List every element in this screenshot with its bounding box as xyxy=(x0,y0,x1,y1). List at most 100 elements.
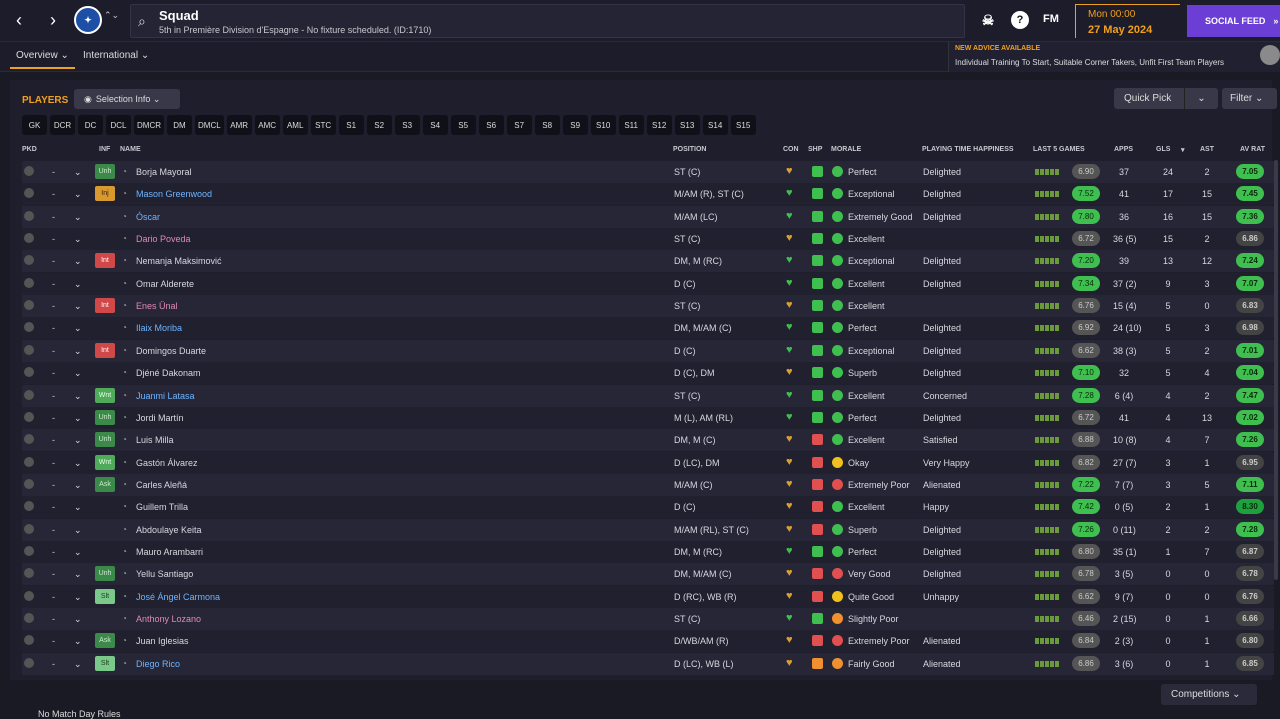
position-chip[interactable]: S15 xyxy=(730,115,756,135)
competitions-dropdown[interactable]: Competitions ⌄ xyxy=(1161,684,1257,705)
status-badge[interactable]: Unh xyxy=(95,409,115,425)
table-row[interactable]: - ⌄ Int ◔ Domingos Duarte D (C) ♥ Exceptional De… xyxy=(22,339,1274,362)
table-row[interactable]: - ⌄ Int ◔ Enes Ünal ST (C) ♥ Excellent 6.76 15 (4… xyxy=(22,295,1274,318)
tab-overview[interactable]: Overview ⌄ xyxy=(10,50,75,69)
pick-toggle[interactable] xyxy=(24,255,34,266)
table-row[interactable]: - ⌄ ◔ Guillem Trilla D (C) ♥ Excellent Happy 7.4… xyxy=(22,496,1274,519)
table-row[interactable]: - ⌄ Slt ◔ José Ángel Carmona D (RC), WB (R) ♥ Q… xyxy=(22,585,1274,608)
player-name[interactable]: Nemanja Maksimović xyxy=(136,256,222,266)
status-badge[interactable]: Ask xyxy=(95,633,115,649)
club-badge-icon[interactable]: ✦ xyxy=(74,6,102,34)
table-row[interactable]: - ⌄ Unh ◔ Yellu Santiago DM, M/AM (C) ♥ Very Go… xyxy=(22,563,1274,586)
player-name[interactable]: Domingos Duarte xyxy=(136,346,206,356)
col-position[interactable]: POSITION xyxy=(673,146,706,153)
position-chip[interactable]: DCR xyxy=(50,115,75,135)
position-chip[interactable]: S10 xyxy=(590,115,616,135)
position-chip[interactable]: DMCR xyxy=(134,115,164,135)
status-badge[interactable]: Unh xyxy=(95,432,115,448)
table-row[interactable]: - ⌄ Unh ◔ Borja Mayoral ST (C) ♥ Perfect Delight… xyxy=(22,161,1274,183)
chevron-down-icon[interactable]: ⌄ xyxy=(74,502,82,513)
chevron-down-icon[interactable]: ⌄ xyxy=(74,301,82,312)
chevron-down-icon[interactable]: ⌄ xyxy=(74,458,82,469)
pick-toggle[interactable] xyxy=(24,188,34,199)
col-inf[interactable]: INF xyxy=(99,146,110,153)
status-badge[interactable]: Ask xyxy=(95,476,115,492)
advice-panel[interactable]: NEW ADVICE AVAILABLE Individual Training… xyxy=(948,42,1280,72)
chevron-down-icon[interactable]: ⌄ xyxy=(74,569,82,580)
chevron-down-icon[interactable]: ⌄ xyxy=(74,391,82,402)
table-row[interactable]: - ⌄ ◔ Djéné Dakonam D (C), DM ♥ Superb Delighte… xyxy=(22,362,1274,385)
player-name[interactable]: Mason Greenwood xyxy=(136,189,212,199)
col-name[interactable]: NAME xyxy=(120,146,141,153)
selection-info-button[interactable]: ◉ Selection Info ⌄ xyxy=(74,89,180,109)
pick-toggle[interactable] xyxy=(24,478,34,489)
col-shp[interactable]: SHP xyxy=(808,146,822,153)
pick-toggle[interactable] xyxy=(24,568,34,579)
chevron-down-icon[interactable]: ⌄ xyxy=(74,636,82,647)
position-chip[interactable]: AML xyxy=(282,115,308,135)
pick-toggle[interactable] xyxy=(24,501,34,512)
table-row[interactable]: - ⌄ ◔ Omar Alderete D (C) ♥ Excellent Delighted… xyxy=(22,272,1274,295)
status-badge[interactable]: Slt xyxy=(95,588,115,604)
pick-toggle[interactable] xyxy=(24,277,34,288)
chevron-down-icon[interactable]: ⌄ xyxy=(74,256,82,267)
table-row[interactable]: - ⌄ ◔ Abdoulaye Keita M/AM (RL), ST (C) ♥ Supe… xyxy=(22,518,1274,541)
position-chip[interactable]: AMR xyxy=(226,115,252,135)
status-badge[interactable]: Int xyxy=(95,342,115,358)
position-chip[interactable]: S9 xyxy=(562,115,588,135)
position-chip[interactable]: S3 xyxy=(394,115,420,135)
chevron-down-icon[interactable]: ⌄ xyxy=(74,323,82,334)
pick-toggle[interactable] xyxy=(24,657,34,668)
forward-button[interactable]: › xyxy=(38,6,68,34)
position-chip[interactable]: DM xyxy=(167,115,192,135)
col-playing-time[interactable]: PLAYING TIME HAPPINESS xyxy=(922,146,1014,153)
position-chip[interactable]: DCL xyxy=(106,115,131,135)
position-chip[interactable]: S12 xyxy=(646,115,672,135)
pick-toggle[interactable] xyxy=(24,367,34,378)
tab-international[interactable]: International ⌄ xyxy=(83,50,149,61)
status-badge[interactable]: Inj xyxy=(95,186,115,202)
player-name[interactable]: Juan Iglesias xyxy=(136,636,189,646)
chevron-down-icon[interactable]: ⌄ xyxy=(74,212,82,223)
position-chip[interactable]: S5 xyxy=(450,115,476,135)
pick-toggle[interactable] xyxy=(24,545,34,556)
table-row[interactable]: - ⌄ ◔ Mauro Arambarri DM, M (RC) ♥ Perfect Deli… xyxy=(22,540,1274,563)
chevron-down-icon[interactable]: ⌄ xyxy=(74,547,82,558)
table-row[interactable]: - ⌄ ◔ Dario Poveda ST (C) ♥ Excellent 6.72 36 (5… xyxy=(22,228,1274,251)
chevron-down-icon[interactable]: ⌄ xyxy=(74,346,82,357)
position-chip[interactable]: S2 xyxy=(366,115,392,135)
player-name[interactable]: Enes Ünal xyxy=(136,301,178,311)
pick-toggle[interactable] xyxy=(24,166,34,176)
pick-toggle[interactable] xyxy=(24,434,34,445)
table-row[interactable]: - ⌄ Wnt ◔ Juanmi Latasa ST (C) ♥ Excellent Conce… xyxy=(22,384,1274,407)
position-chip[interactable]: S14 xyxy=(702,115,728,135)
player-name[interactable]: Borja Mayoral xyxy=(136,167,192,177)
col-ast[interactable]: AST xyxy=(1200,146,1214,153)
table-row[interactable]: - ⌄ ◔ Óscar M/AM (LC) ♥ Extremely Good Delighte… xyxy=(22,205,1274,228)
table-row[interactable]: - ⌄ Unh ◔ Jordi Martín M (L), AM (RL) ♥ Perfect… xyxy=(22,406,1274,429)
player-name[interactable]: Luis Milla xyxy=(136,435,174,445)
chevron-down-icon[interactable]: ⌄ xyxy=(74,435,82,446)
table-row[interactable]: - ⌄ Unh ◔ Luis Milla DM, M (C) ♥ Excellent Satis… xyxy=(22,429,1274,452)
table-row[interactable]: - ⌄ ◔ Anthony Lozano ST (C) ♥ Slightly Poor 6.4… xyxy=(22,608,1274,630)
status-badge[interactable]: Unh xyxy=(95,164,115,179)
player-name[interactable]: José Ángel Carmona xyxy=(136,592,220,602)
position-chip[interactable]: S7 xyxy=(506,115,532,135)
pick-toggle[interactable] xyxy=(24,389,34,400)
club-switch-arrows[interactable]: ⌃⌄ xyxy=(104,10,119,20)
player-name[interactable]: Ilaix Moriba xyxy=(136,323,182,333)
pick-toggle[interactable] xyxy=(24,210,34,221)
table-row[interactable]: - ⌄ ◔ Ilaix Moriba DM, M/AM (C) ♥ Perfect Delig… xyxy=(22,317,1274,340)
player-name[interactable]: Omar Alderete xyxy=(136,279,194,289)
quick-pick-dropdown[interactable]: ⌄ xyxy=(1184,88,1218,109)
position-chip[interactable]: AMC xyxy=(254,115,280,135)
position-chip[interactable]: S1 xyxy=(338,115,364,135)
skull-icon[interactable]: ☠ xyxy=(979,11,997,29)
position-chip[interactable]: S6 xyxy=(478,115,504,135)
player-name[interactable]: Juanmi Latasa xyxy=(136,391,195,401)
table-row[interactable]: - ⌄ Wnt ◔ Gastón Álvarez D (LC), DM ♥ Okay Very … xyxy=(22,451,1274,474)
position-chip[interactable]: S13 xyxy=(674,115,700,135)
pick-toggle[interactable] xyxy=(24,344,34,355)
chevron-down-icon[interactable]: ⌄ xyxy=(74,525,82,536)
status-badge[interactable]: Int xyxy=(95,253,115,269)
